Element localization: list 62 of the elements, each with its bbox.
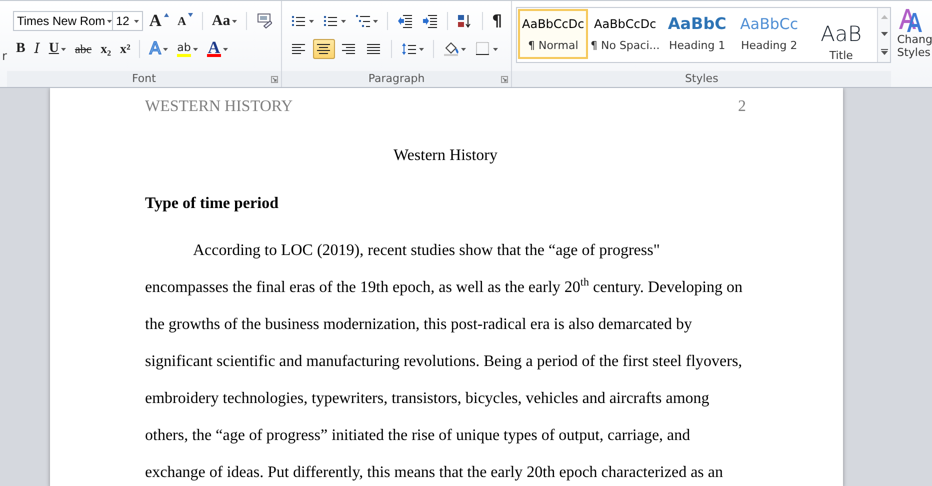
dropdown-caret-icon[interactable] [308, 20, 314, 22]
scroll-down-icon[interactable] [880, 32, 888, 36]
strike-button[interactable]: abc [72, 39, 95, 59]
dropdown-caret-icon[interactable] [107, 20, 112, 22]
sup-button[interactable]: x² [117, 39, 134, 59]
decrease-indent-icon [396, 14, 413, 28]
bullets-icon [290, 14, 307, 28]
dropdown-caret-icon[interactable] [460, 48, 466, 50]
underline-button[interactable]: U [46, 39, 69, 59]
grow-button[interactable]: A [146, 11, 172, 31]
borders-icon [474, 41, 491, 57]
case-button[interactable]: Aa [208, 11, 240, 31]
running-header: WESTERN HISTORY [145, 97, 293, 117]
dropdown-caret-icon[interactable] [340, 20, 346, 22]
body-paragraph: According to LOC (2019), recent studies show that the “age of progress" encompasses the final eras of the 19th epoch, as well as the early 20$^{th}$ century. Developing on the growths of the business modernization, this post-radical era is also demarcated by significant scientific and manufacturing revolutions. Being a period of the first steel flyovers, embroidery technologies, typewriters, transistors, bicycles, vehicles and aircrafts among others, the “age of progress” initiated the rise of unique types of output, carriage, and exchange of ideas. Put differently, this means that the early 20th epoch characterized as an [145, 241, 744, 483]
dropdown-caret-icon[interactable] [232, 20, 238, 22]
sub-button[interactable]: x₂ [98, 39, 114, 59]
group-label: Paragraph [282, 71, 512, 87]
show-formatting-button[interactable]: ¶ [488, 11, 506, 31]
align-right-icon [340, 42, 357, 56]
bold-button[interactable]: B [12, 39, 28, 59]
style-option[interactable]: AaBbCc Heading 2 [734, 9, 804, 59]
section-heading: Type of time period [145, 194, 280, 214]
down-triangle-icon [188, 13, 194, 17]
style-option[interactable]: AaBbCcDc ¶ No Spaci... [590, 9, 660, 59]
group-label: Styles [512, 71, 892, 87]
dropdown-caret-icon[interactable] [223, 48, 228, 50]
up-triangle-icon [164, 13, 169, 17]
dropdown-caret-icon[interactable] [193, 48, 198, 50]
page-number: 2 [738, 97, 746, 117]
align-center-icon [316, 42, 332, 56]
italic-button[interactable]: I [31, 39, 43, 59]
dropdown-caret-icon[interactable] [492, 48, 498, 50]
align-center-button[interactable] [312, 39, 335, 59]
dropdown-caret-icon[interactable] [418, 48, 424, 50]
group-label: Font [6, 71, 281, 87]
dialog-launcher-icon[interactable] [501, 76, 508, 83]
shrink-button[interactable]: A [174, 11, 196, 31]
multilevel-list-icon [354, 14, 371, 28]
cut-off-label: r [2, 49, 7, 63]
style-option[interactable]: AaBbC Heading 1 [662, 9, 732, 59]
clear-formatting-icon [256, 13, 272, 29]
increase-indent-icon [422, 14, 438, 28]
align-left-icon [290, 42, 307, 56]
font-name-combo[interactable]: Times New Rom [12, 11, 113, 31]
change-styles-button[interactable]: Chang Styles [891, 1, 932, 87]
document-title: Western History [392, 146, 499, 166]
more-styles-icon[interactable] [880, 49, 888, 56]
font-size-combo[interactable]: 12 [112, 11, 144, 31]
dropdown-caret-icon[interactable] [60, 48, 66, 50]
dropdown-caret-icon[interactable] [163, 48, 168, 50]
highlight-button[interactable]: ab [174, 39, 202, 59]
paint-bucket-icon [442, 41, 459, 57]
sort-icon [456, 14, 473, 28]
style-option[interactable]: AaB Title [806, 9, 876, 59]
align-justify-icon [366, 42, 382, 56]
dropdown-caret-icon[interactable] [134, 20, 140, 22]
dropdown-caret-icon[interactable] [372, 20, 378, 22]
line-spacing-icon [400, 42, 417, 56]
fontcolor-button[interactable]: A [204, 39, 232, 59]
dialog-launcher-icon[interactable] [270, 76, 278, 83]
style-option[interactable]: AaBbCcDc ¶ Normal [518, 9, 588, 59]
